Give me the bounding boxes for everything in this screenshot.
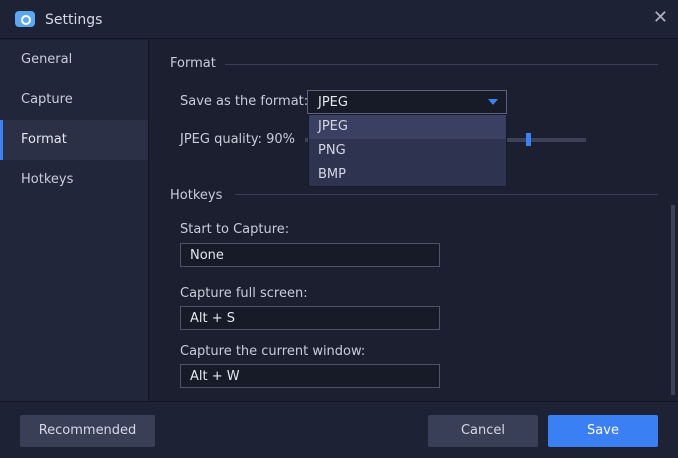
sidebar-item-general[interactable]: General bbox=[0, 40, 148, 80]
current-window-hotkey-input[interactable]: Alt + W bbox=[180, 364, 440, 388]
recommended-button[interactable]: Recommended bbox=[20, 415, 155, 447]
save-format-label: Save as the format: bbox=[180, 94, 309, 109]
format-option-bmp[interactable]: BMP bbox=[309, 163, 506, 187]
sidebar-item-hotkeys[interactable]: Hotkeys bbox=[0, 160, 148, 200]
format-option-jpeg[interactable]: JPEG bbox=[309, 115, 506, 139]
start-capture-hotkey-input[interactable]: None bbox=[180, 243, 440, 267]
hotkey-label: Capture the current window: bbox=[180, 344, 366, 359]
scrollbar[interactable] bbox=[671, 205, 675, 395]
quality-slider-thumb[interactable] bbox=[525, 133, 531, 146]
window-title: Settings bbox=[45, 12, 103, 28]
jpeg-quality-label: JPEG quality: 90% bbox=[180, 132, 296, 147]
cancel-button[interactable]: Cancel bbox=[428, 415, 538, 447]
footer: Recommended Cancel Save bbox=[0, 401, 678, 458]
chevron-down-icon bbox=[488, 99, 498, 105]
hotkeys-section-title: Hotkeys bbox=[170, 188, 223, 203]
format-select[interactable]: JPEG bbox=[307, 90, 507, 114]
format-dropdown: JPEG PNG BMP bbox=[308, 114, 507, 187]
divider bbox=[235, 194, 658, 195]
format-section-title: Format bbox=[170, 56, 216, 71]
hotkey-label: Capture full screen: bbox=[180, 286, 308, 301]
title-bar: Settings ✕ bbox=[0, 0, 678, 39]
hotkey-label: Start to Capture: bbox=[180, 222, 290, 237]
divider bbox=[225, 64, 658, 65]
sidebar-item-format[interactable]: Format bbox=[0, 120, 148, 160]
close-icon[interactable]: ✕ bbox=[653, 7, 668, 28]
format-select-value: JPEG bbox=[318, 95, 348, 110]
full-screen-hotkey-input[interactable]: Alt + S bbox=[180, 306, 440, 330]
save-button[interactable]: Save bbox=[548, 415, 658, 447]
camera-icon bbox=[15, 11, 35, 27]
format-option-png[interactable]: PNG bbox=[309, 139, 506, 163]
sidebar: General Capture Format Hotkeys bbox=[0, 40, 149, 401]
settings-panel: Format Save as the format: JPEG JPEG qua… bbox=[150, 40, 678, 401]
sidebar-item-capture[interactable]: Capture bbox=[0, 80, 148, 120]
